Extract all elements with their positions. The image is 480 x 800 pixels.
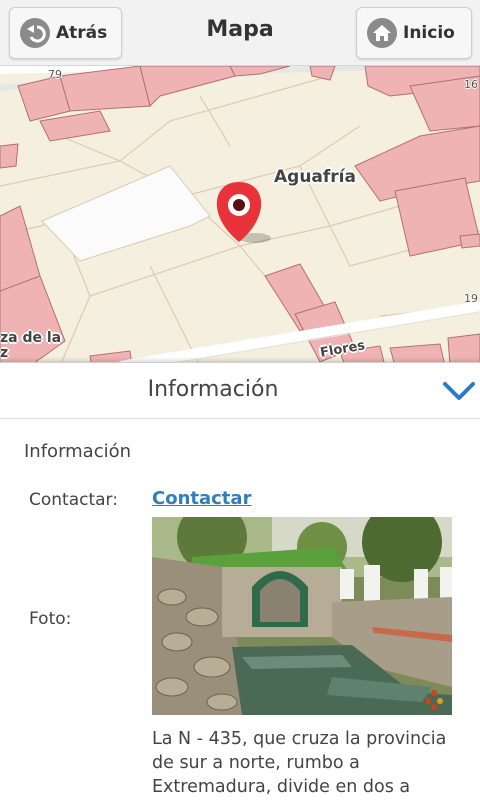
back-button[interactable]: Atrás xyxy=(9,7,122,59)
info-panel: Información Información Contactar: Conta… xyxy=(0,362,480,800)
street-label-2: z xyxy=(0,345,9,361)
map-view[interactable]: Aguafría za de la z Flores 79 16 19 xyxy=(0,66,480,366)
home-button[interactable]: Inicio xyxy=(356,7,472,59)
map-canvas xyxy=(0,66,480,366)
back-arrow-icon xyxy=(20,18,50,48)
house-number: 16 xyxy=(464,78,478,91)
photo-image[interactable] xyxy=(152,517,452,715)
description-text: La N - 435, que cruza la provincia de su… xyxy=(152,729,447,797)
info-panel-title: Información xyxy=(147,377,279,402)
chevron-down-icon[interactable] xyxy=(442,377,476,405)
contact-label: Contactar: xyxy=(29,490,118,510)
info-panel-header[interactable]: Información xyxy=(0,363,480,419)
page-title: Mapa xyxy=(206,17,274,42)
photo-label: Foto: xyxy=(29,609,72,629)
contact-link[interactable]: Contactar xyxy=(152,488,251,509)
info-panel-body: Información Contactar: Contactar Foto: L… xyxy=(0,419,480,800)
house-number: 79 xyxy=(48,68,62,81)
top-bar: Atrás Mapa Inicio xyxy=(0,0,480,66)
place-label: Aguafría xyxy=(274,167,356,187)
section-title: Información xyxy=(24,441,132,462)
house-number: 19 xyxy=(464,292,478,305)
home-icon xyxy=(367,18,397,48)
street-label: za de la xyxy=(0,330,62,346)
home-button-label: Inicio xyxy=(403,23,455,43)
back-button-label: Atrás xyxy=(56,23,108,43)
